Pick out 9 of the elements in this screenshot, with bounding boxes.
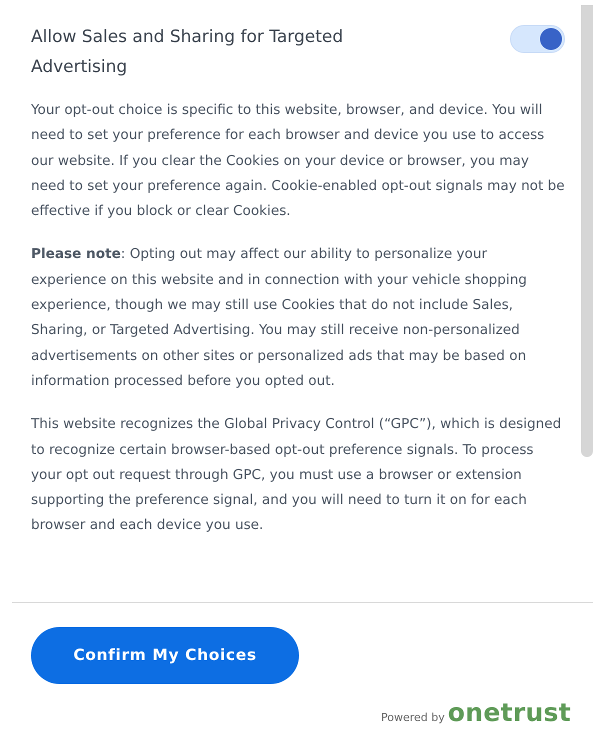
paragraph: This website recognizes the Global Privacy Control (“GPC”), which is designed to recognize certain browser-based opt-out preference signals. To process your opt out request through GPC, you must use a browser or extension supporting the preference signal, and you will need to turn it on for each browser and each device you use. — [31, 415, 562, 536]
paragraph: Please note: Opting out may affect our ability to personalize your experience on this website and in connection with your vehicle shopping experience, though we may still use Cookies that do not include Sales, Sharing, or Targeted Advertising. You may still receive non-personalized advertisements on other sites or personalized ads that may be based on information processed before you opted out. — [31, 245, 528, 391]
brand-logo: onetrust — [448, 700, 571, 725]
paragraph: Your opt-out choice is specific to this website, browser, and device. You will need to set your preference for each browser and device you use to access our website. If you clear the Cookies on your device or browser, you may need to set your preference again. Cookie-enabled opt-out signals may not be effective if you block or clear Cookies. — [31, 101, 566, 222]
scrollbar-thumb[interactable] — [581, 5, 593, 457]
preference-title: Allow Sales and Sharing for Targeted Advertising — [31, 26, 344, 79]
confirm-button[interactable]: Confirm My Choices — [31, 627, 299, 684]
toggle-switch[interactable] — [510, 25, 565, 53]
powered-by-text: Powered by — [380, 710, 445, 726]
